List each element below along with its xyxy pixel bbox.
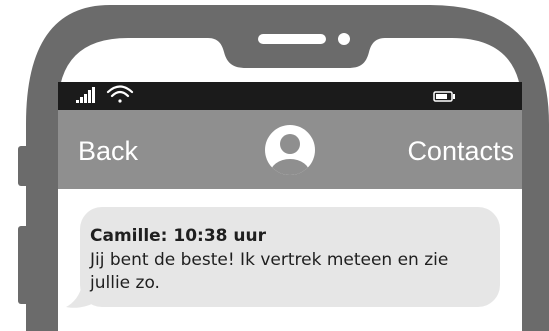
avatar-icon[interactable] <box>264 124 316 176</box>
message-sender-time: Camille: 10:38 uur <box>90 226 267 246</box>
message-thread: Camille: 10:38 uur Jij bent de beste! Ik… <box>58 189 522 331</box>
signal-icon <box>76 87 95 103</box>
back-button[interactable]: Back <box>78 136 138 167</box>
message-text: Jij bent de beste! Ik vertrek meteen en … <box>90 250 449 293</box>
nav-bar: Back Contacts <box>58 110 522 189</box>
wifi-icon <box>106 85 134 103</box>
front-camera <box>338 33 350 45</box>
speaker-grille <box>258 34 326 44</box>
message-bubble[interactable]: Camille: 10:38 uur Jij bent de beste! Ik… <box>66 207 500 308</box>
status-bar <box>58 82 522 110</box>
battery-icon <box>433 91 455 102</box>
contacts-button[interactable]: Contacts <box>407 136 514 167</box>
